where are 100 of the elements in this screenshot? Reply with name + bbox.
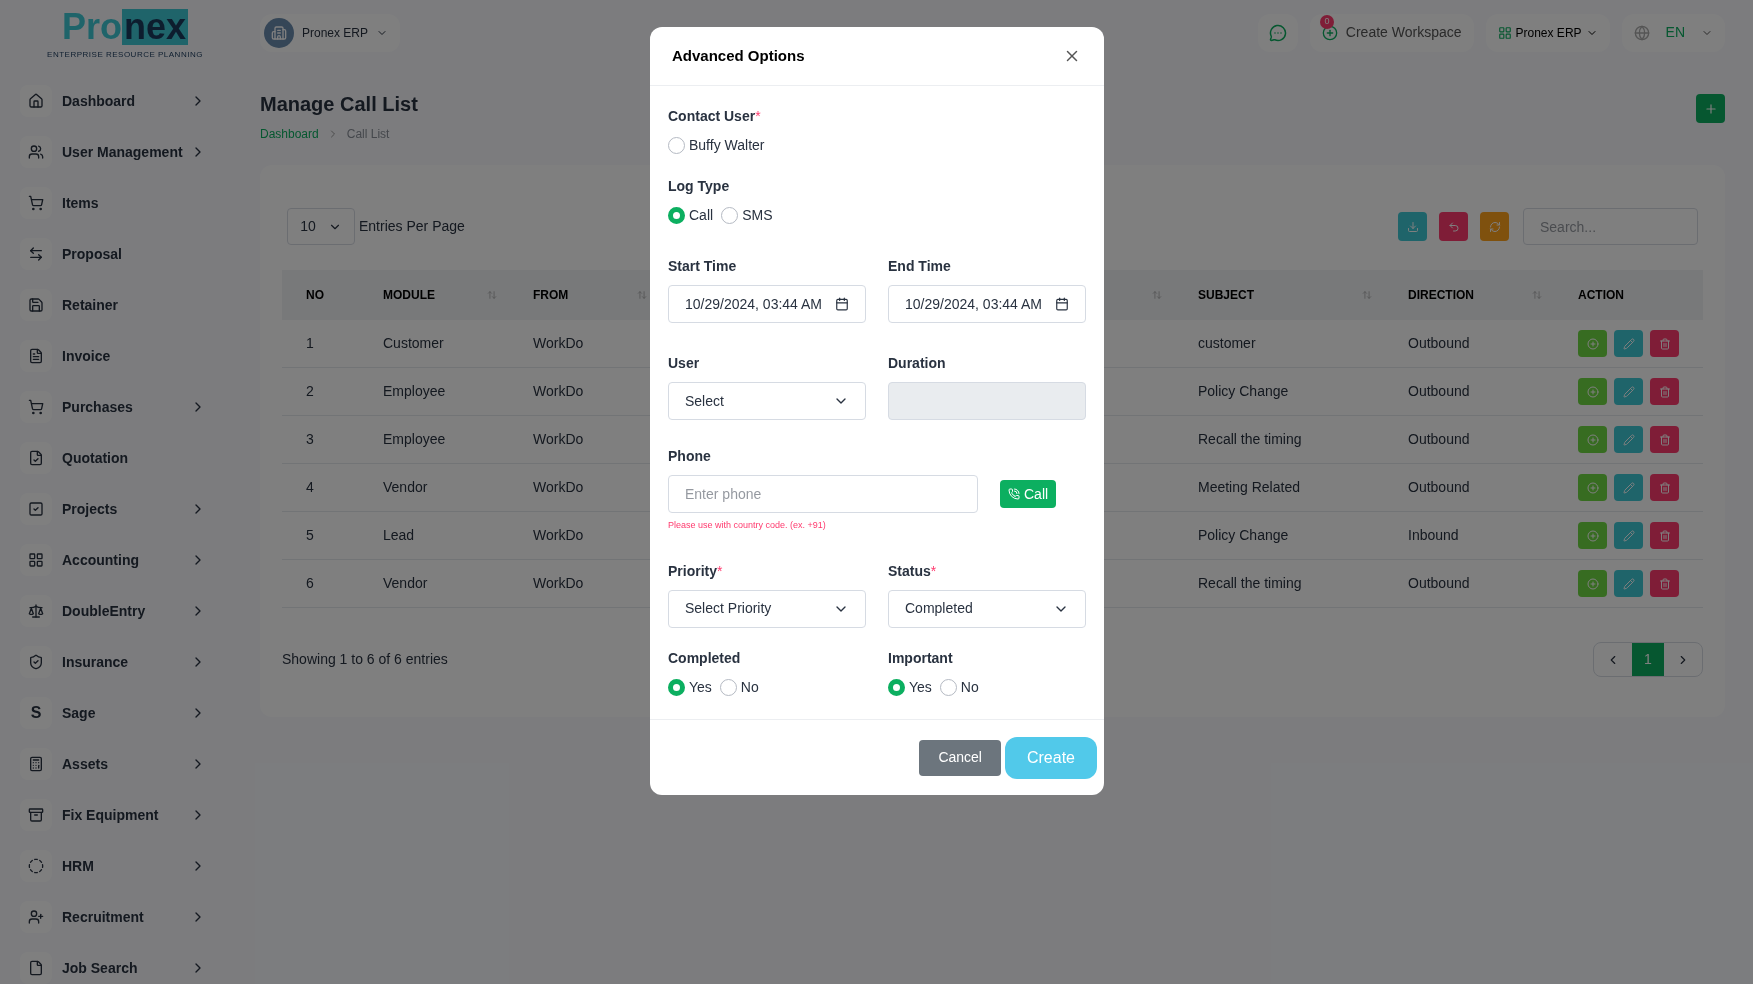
table-cell-text: WorkDo	[532, 430, 585, 449]
cancel-button[interactable]: Cancel	[919, 739, 1001, 776]
sidebar-item[interactable]: User Management	[20, 136, 206, 168]
edit-button[interactable]	[1614, 570, 1643, 597]
sidebar-item[interactable]: HRM	[20, 850, 206, 882]
table-cell-text: Vendor	[382, 478, 429, 497]
pencil-icon	[1622, 481, 1635, 494]
sidebar-item[interactable]: Proposal	[20, 238, 206, 270]
radio-option[interactable]: No	[939, 676, 979, 698]
field-label: Important	[888, 648, 953, 668]
delete-button[interactable]	[1650, 426, 1679, 453]
add-button[interactable]	[1696, 94, 1725, 123]
edit-button[interactable]	[1614, 378, 1643, 405]
download-button[interactable]	[1398, 212, 1427, 241]
table-cell-text: Customer	[382, 334, 445, 353]
sidebar-item[interactable]: Accounting	[20, 544, 206, 576]
calendar-icon	[835, 297, 849, 311]
pencil-icon	[1622, 577, 1635, 590]
radio-option[interactable]: Yes	[668, 676, 712, 698]
view-button[interactable]	[1578, 330, 1607, 357]
plus-circle-icon	[1586, 433, 1599, 446]
column-header: NO	[306, 287, 324, 304]
sidebar-item[interactable]: DoubleEntry	[20, 595, 206, 627]
refresh-button[interactable]	[1480, 212, 1509, 241]
edit-button[interactable]	[1614, 330, 1643, 357]
sidebar-item[interactable]: Job Search	[20, 952, 206, 984]
select-field[interactable]: Select	[668, 382, 866, 420]
table-cell-text: customer	[1197, 334, 1257, 353]
sidebar-item[interactable]: S Sage	[20, 697, 206, 729]
entries-label: Entries Per Page	[359, 217, 465, 236]
radio-option[interactable]: Yes	[888, 676, 932, 698]
table-cell-text: Outbound	[1407, 430, 1471, 449]
globe-icon	[1633, 24, 1650, 41]
radio-option[interactable]: No	[719, 676, 759, 698]
table-cell-text: Outbound	[1407, 334, 1471, 353]
entries-select[interactable]: 10	[287, 208, 355, 245]
radio-option[interactable]: SMS	[721, 205, 773, 226]
column-header[interactable]: FROM	[533, 286, 569, 304]
required-mark: *	[717, 561, 723, 581]
table-cell-text: Outbound	[1407, 574, 1471, 593]
user-plus-icon	[28, 909, 44, 925]
trash-icon	[1658, 337, 1671, 350]
delete-button[interactable]	[1650, 330, 1679, 357]
required-mark: *	[930, 561, 937, 581]
table-cell-text: 6	[305, 574, 315, 593]
sort-icon	[1152, 290, 1162, 300]
view-button[interactable]	[1578, 522, 1607, 549]
field-label: Status	[888, 561, 931, 581]
field-label: End Time	[888, 257, 951, 276]
table-cell-text: 1	[305, 334, 315, 353]
view-button[interactable]	[1578, 378, 1607, 405]
delete-button[interactable]	[1650, 522, 1679, 549]
sidebar-item[interactable]: Invoice	[20, 340, 206, 372]
edit-button[interactable]	[1614, 474, 1643, 501]
undo-button[interactable]	[1439, 212, 1468, 241]
delete-button[interactable]	[1650, 570, 1679, 597]
trash-icon	[1658, 577, 1671, 590]
view-button[interactable]	[1578, 570, 1607, 597]
sidebar-item[interactable]: Recruitment	[20, 901, 206, 933]
edit-button[interactable]	[1614, 522, 1643, 549]
plus-circle-icon	[1586, 529, 1599, 542]
datetime-field[interactable]: 10/29/2024, 03:44 AM	[888, 285, 1086, 323]
archive-icon	[28, 807, 44, 823]
sidebar-item[interactable]: Fix Equipment	[20, 799, 206, 831]
sidebar-item[interactable]: Insurance	[20, 646, 206, 678]
edit-button[interactable]	[1614, 426, 1643, 453]
table-cell-text: Policy Change	[1197, 526, 1290, 545]
sidebar-item[interactable]: Dashboard	[20, 85, 206, 117]
sidebar-item[interactable]: Items	[20, 187, 206, 219]
pencil-icon	[1622, 433, 1635, 446]
cart-icon	[28, 195, 44, 211]
select-field[interactable]: Select Priority	[668, 589, 866, 628]
radio-option[interactable]: Buffy Walter	[668, 135, 765, 156]
view-button[interactable]	[1578, 426, 1607, 453]
table-cell-text: Outbound	[1407, 478, 1471, 497]
sidebar-item[interactable]: Purchases	[20, 391, 206, 423]
plus-circle-icon	[1586, 481, 1599, 494]
letter-icon: S	[30, 701, 42, 725]
sidebar-item[interactable]: Assets	[20, 748, 206, 780]
call-button[interactable]: Call	[1000, 480, 1057, 508]
view-button[interactable]	[1578, 474, 1607, 501]
column-header[interactable]: DIRECTION	[1408, 286, 1474, 304]
table-cell-text: Meeting Related	[1197, 478, 1301, 497]
page-button[interactable]: 1	[1632, 643, 1664, 676]
plus-circle-icon	[1586, 337, 1599, 350]
column-header[interactable]: SUBJECT	[1198, 286, 1254, 304]
sidebar-item[interactable]: Retainer	[20, 289, 206, 321]
pencil-icon	[1622, 385, 1635, 398]
phone-icon	[1008, 488, 1020, 500]
datetime-field[interactable]: 10/29/2024, 03:44 AM	[668, 285, 866, 323]
sidebar-item[interactable]: Quotation	[20, 442, 206, 474]
phone-field[interactable]: Enter phone	[668, 475, 978, 513]
sidebar-item[interactable]: Projects	[20, 493, 206, 525]
calculator-icon	[28, 756, 44, 772]
delete-button[interactable]	[1650, 378, 1679, 405]
radio-option[interactable]: Call	[668, 205, 714, 226]
delete-button[interactable]	[1650, 474, 1679, 501]
calendar-icon	[1055, 297, 1069, 311]
select-field[interactable]: Completed	[888, 589, 1086, 628]
column-header[interactable]: MODULE	[383, 286, 435, 304]
